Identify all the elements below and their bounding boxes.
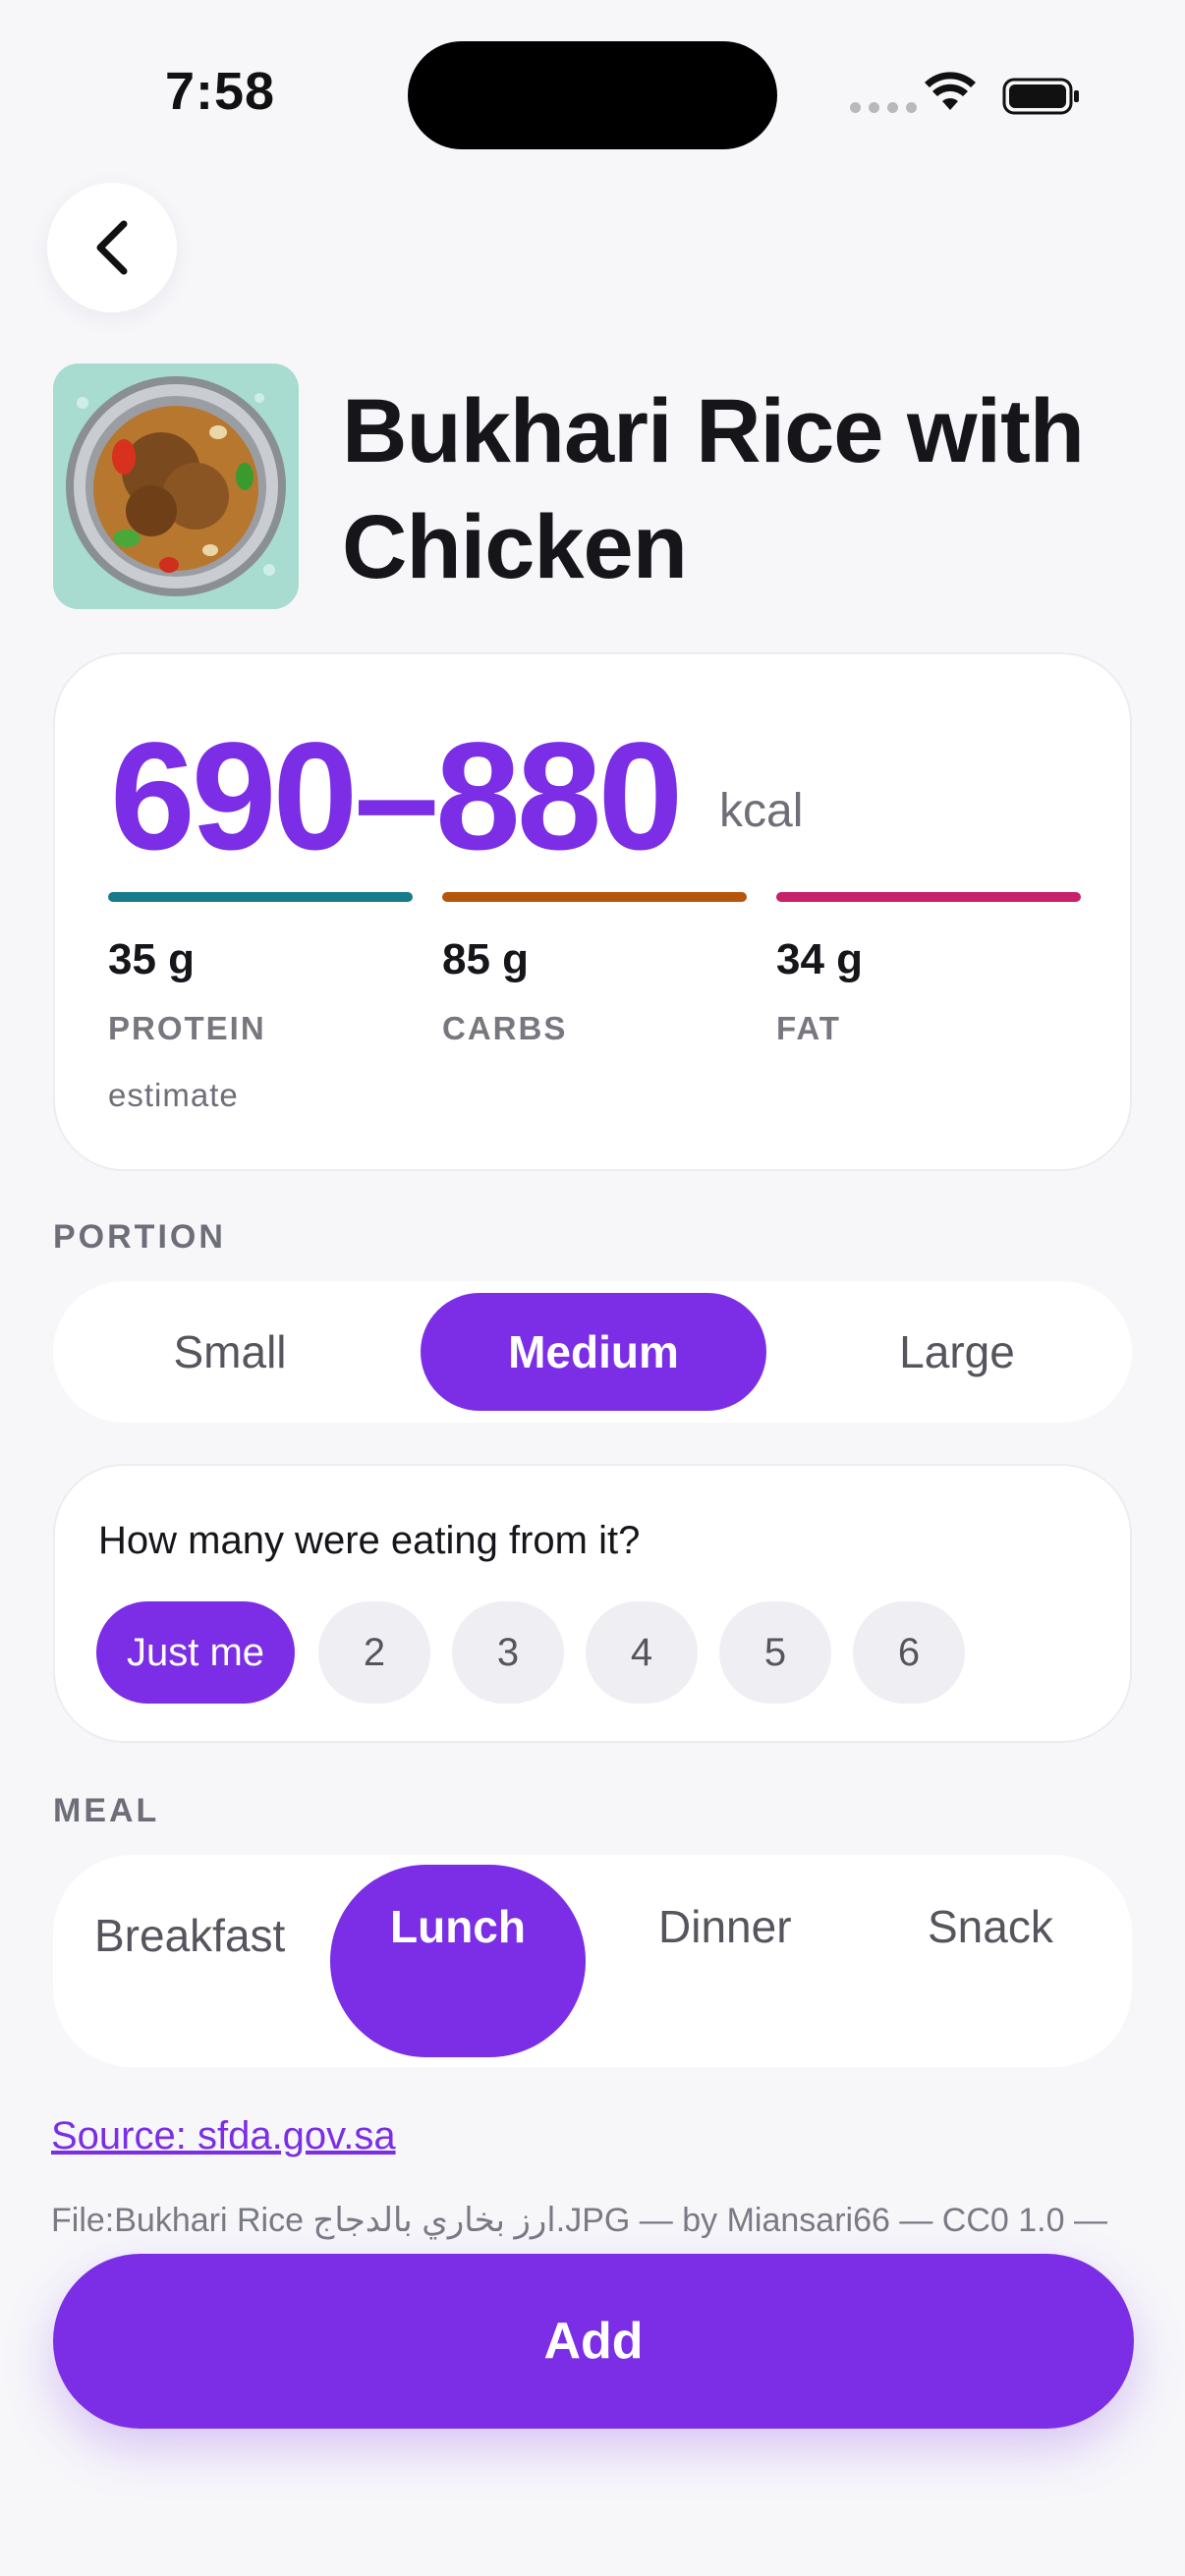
sharing-option-4[interactable]: 4 [586, 1601, 698, 1704]
fat-label: FAT [776, 1010, 841, 1046]
sharing-question: How many were eating from it? [98, 1519, 641, 1562]
status-time: 7:58 [165, 62, 276, 121]
meal-selector: Breakfast Lunch Dinner Snack [53, 1855, 1132, 2067]
carbs-bar [442, 892, 747, 902]
add-button[interactable]: Add [53, 2254, 1134, 2429]
meal-option-lunch[interactable]: Lunch [330, 1865, 586, 2057]
nutrition-card: 690–880 kcal 35 g PROTEIN 85 g CARBS 34 … [53, 652, 1132, 1171]
chevron-left-icon [96, 220, 128, 275]
kcal-range: 690–880 [110, 711, 683, 882]
meal-option-breakfast[interactable]: Breakfast [94, 1855, 291, 2067]
sharing-option-just-me[interactable]: Just me [96, 1601, 295, 1704]
estimate-note: estimate [108, 1077, 239, 1113]
source-link[interactable]: Source: sfda.gov.sa [51, 2114, 396, 2158]
back-button[interactable] [47, 183, 177, 312]
food-title: Bukhari Rice with Chicken [342, 381, 1085, 597]
food-image [53, 364, 299, 609]
signal-icon [850, 102, 917, 113]
portion-option-medium[interactable]: Medium [421, 1293, 766, 1411]
dynamic-island [408, 41, 777, 149]
portion-selector: Small Medium Large [53, 1281, 1132, 1423]
protein-bar [108, 892, 413, 902]
meal-option-dinner[interactable]: Dinner [658, 1855, 855, 2067]
sharing-option-5[interactable]: 5 [719, 1601, 831, 1704]
meal-option-snack[interactable]: Snack [928, 1855, 1124, 2067]
portion-option-large[interactable]: Large [810, 1293, 1104, 1411]
carbs-label: CARBS [442, 1010, 568, 1046]
sharing-option-6[interactable]: 6 [853, 1601, 965, 1704]
status-bar: 7:58 [0, 0, 1185, 187]
sharing-option-3[interactable]: 3 [452, 1601, 564, 1704]
wifi-icon [925, 72, 976, 110]
protein-label: PROTEIN [108, 1010, 266, 1046]
kcal-unit: kcal [719, 785, 804, 837]
macro-carbs: 85 g CARBS [442, 892, 747, 1047]
battery-icon [1002, 78, 1079, 115]
fat-value: 34 g [776, 935, 864, 983]
portion-label: PORTION [53, 1218, 226, 1256]
macro-fat: 34 g FAT [776, 892, 1081, 1047]
sharing-option-2[interactable]: 2 [318, 1601, 430, 1704]
image-attribution: File:Bukhari Rice ارز بخاري بالدجاج.JPG … [51, 2202, 1107, 2239]
carbs-value: 85 g [442, 935, 530, 983]
macro-protein: 35 g PROTEIN [108, 892, 413, 1047]
portion-option-small[interactable]: Small [83, 1293, 377, 1411]
meal-label: MEAL [53, 1792, 160, 1829]
fat-bar [776, 892, 1081, 902]
protein-value: 35 g [108, 935, 196, 983]
sharing-card: How many were eating from it? Just me 2 … [53, 1464, 1132, 1743]
